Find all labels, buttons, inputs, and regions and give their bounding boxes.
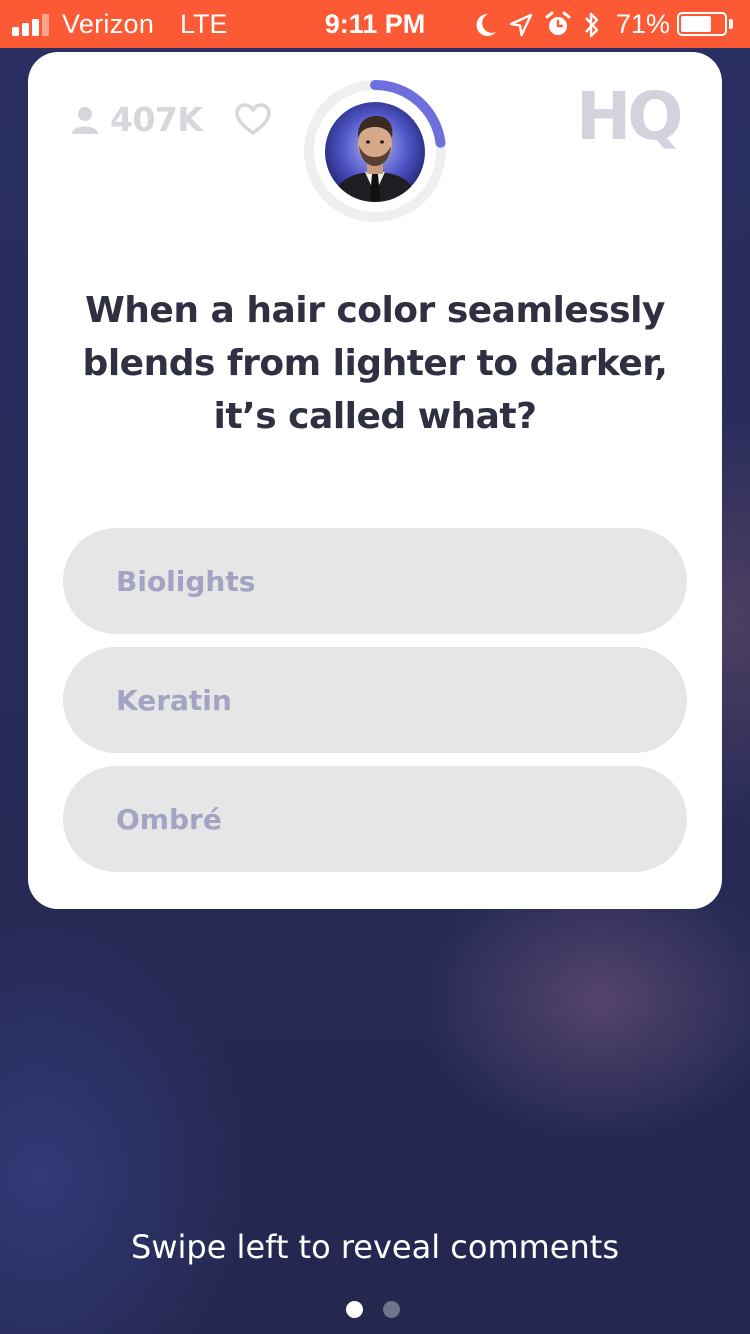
user-icon (72, 106, 98, 134)
moon-icon (476, 13, 496, 36)
battery-icon (677, 12, 727, 36)
status-bar: Verizon LTE 9:11 PM 71% (0, 0, 750, 48)
page-dot-active[interactable] (346, 1301, 363, 1318)
answer-option-2[interactable]: Keratin (63, 647, 687, 753)
answer-option-1[interactable]: Biolights (63, 528, 687, 634)
bluetooth-icon (585, 12, 599, 38)
answer-option-label: Ombré (116, 802, 222, 836)
viewer-count: 407K (70, 100, 203, 139)
answer-option-label: Keratin (116, 683, 232, 717)
question-card: 407K HQ When a hair color seamlessly ble… (28, 52, 722, 909)
alarm-icon (545, 11, 571, 35)
status-time: 9:11 PM (324, 9, 426, 39)
carrier-name: Verizon (62, 9, 155, 39)
question-text: When a hair color seamlessly blends from… (82, 290, 668, 437)
battery-percent: 71% (616, 9, 671, 39)
network-type: LTE (180, 9, 228, 39)
swipe-hint: Swipe left to reveal comments (131, 1228, 619, 1266)
answer-option-label: Biolights (116, 564, 256, 598)
page-indicator (346, 1301, 400, 1318)
heart-icon[interactable] (234, 102, 272, 136)
page-dot[interactable] (383, 1301, 400, 1318)
answer-option-3[interactable]: Ombré (63, 766, 687, 872)
battery-nub (729, 19, 733, 29)
location-arrow-icon (509, 13, 533, 37)
hq-logo: HQ (576, 78, 683, 155)
viewer-count-label: 407K (110, 100, 203, 139)
host-avatar (325, 102, 425, 202)
signal-strength-icon (12, 14, 49, 36)
